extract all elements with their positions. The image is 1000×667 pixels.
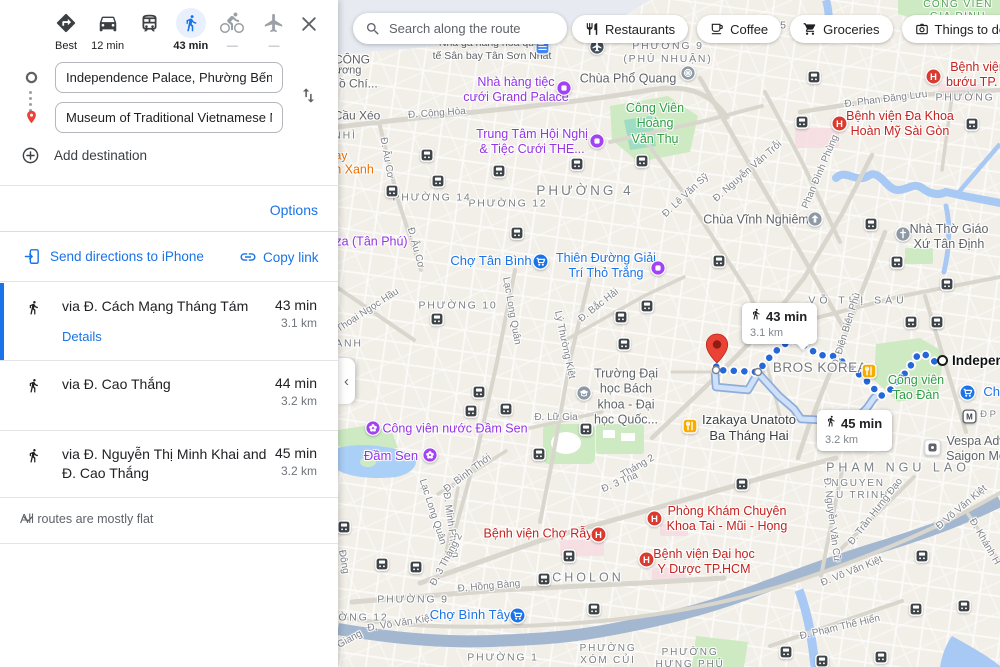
send-to-phone-button[interactable]: Send directions to iPhone [24, 248, 204, 265]
add-destination-button[interactable]: Add destination [21, 146, 147, 165]
chip-label: Things to do [935, 22, 1000, 37]
mode-drive[interactable]: 12 min [88, 8, 128, 53]
route-time: 45 min [275, 445, 317, 461]
send-to-phone-icon [24, 248, 41, 265]
close-icon [299, 14, 319, 39]
chip-things-to-do[interactable]: Things to do [902, 15, 1000, 43]
route-option[interactable]: via Đ. Cao Thắng 44 min 3.2 km [0, 361, 338, 430]
chip-label: Coffee [730, 22, 768, 37]
transit-icon [139, 8, 160, 38]
chevron-down-icon [20, 511, 320, 530]
camera-icon [915, 22, 929, 36]
mode-label: 43 min [173, 40, 208, 53]
route-time: 44 min [275, 375, 317, 391]
route-distance: 3.2 km [281, 464, 317, 478]
route-distance: 3.2 km [281, 394, 317, 408]
callout-time: 43 min [766, 309, 807, 324]
origin-input[interactable] [55, 62, 283, 93]
callout-time: 45 min [841, 416, 882, 431]
route-title: via Đ. Nguyễn Thị Minh Khai and Đ. Cao T… [62, 445, 274, 483]
destination-pin-icon [24, 108, 39, 131]
search-along-route[interactable]: Search along the route [353, 13, 567, 44]
link-icon [239, 248, 257, 266]
bicycle-icon [220, 8, 244, 38]
collapse-panel-button[interactable]: ‹ [338, 358, 355, 404]
route-distance: 3.1 km [281, 316, 317, 330]
google-maps-directions-app: PHƯỜNG 5PHƯỜNG 9 (PHÚ NHUẬN)PHƯỜNPHƯỜNG … [0, 0, 1000, 667]
swap-vertical-icon [299, 86, 318, 110]
category-chips: Restaurants Coffee Groceries Things to d… [572, 15, 1000, 43]
origin-marker-label: Independence [952, 353, 1000, 368]
route-title: via Đ. Cách Mạng Tháng Tám [62, 297, 274, 316]
chevron-left-icon: ‹ [344, 373, 349, 390]
chip-groceries[interactable]: Groceries [790, 15, 892, 43]
route-option[interactable]: via Đ. Nguyễn Thị Minh Khai and Đ. Cao T… [0, 431, 338, 496]
copy-link-button[interactable]: Copy link [239, 248, 319, 266]
airplane-icon [263, 8, 285, 38]
route-callout-alt[interactable]: 45 min 3.2 km [817, 410, 892, 451]
elevation-summary-row[interactable]: All routes are mostly flat [0, 497, 338, 543]
cart-icon [803, 22, 817, 36]
mode-label: 12 min [91, 40, 124, 53]
callout-distance: 3.2 km [825, 434, 882, 446]
mode-label: — [227, 40, 238, 53]
search-placeholder: Search along the route [389, 21, 521, 36]
walking-icon [176, 8, 206, 38]
mode-bike[interactable]: — [212, 8, 252, 53]
mode-transit[interactable] [129, 8, 169, 53]
swap-waypoints-button[interactable] [296, 86, 320, 110]
map[interactable]: PHƯỜNG 5PHƯỜNG 9 (PHÚ NHUẬN)PHƯỜNPHƯỜNG … [338, 0, 1000, 667]
walking-icon [26, 299, 41, 321]
mode-label: Best [55, 40, 77, 53]
route-option-selected[interactable]: via Đ. Cách Mạng Tháng Tám 43 min 3.1 km… [0, 283, 338, 360]
route-callout-selected[interactable]: 43 min 3.1 km [742, 303, 817, 344]
close-directions-button[interactable] [296, 13, 322, 39]
search-icon [365, 21, 381, 37]
route-time: 43 min [275, 297, 317, 313]
callout-distance: 3.1 km [750, 327, 807, 339]
mode-label: — [268, 40, 279, 53]
selected-route-indicator [0, 283, 4, 360]
chip-label: Restaurants [605, 22, 675, 37]
route-options-button[interactable]: Options [270, 202, 318, 218]
restaurant-icon [585, 22, 599, 36]
walking-icon [26, 447, 41, 469]
coffee-icon [710, 22, 724, 36]
map-canvas [338, 0, 1000, 667]
plus-circle-icon [21, 146, 40, 165]
mode-fly[interactable]: — [254, 8, 294, 53]
route-details-link[interactable]: Details [62, 329, 102, 344]
chip-coffee[interactable]: Coffee [697, 15, 781, 43]
destination-input[interactable] [55, 102, 283, 133]
chip-label: Groceries [823, 22, 879, 37]
walking-icon [825, 414, 837, 433]
origin-circle-icon [25, 71, 38, 89]
origin-marker[interactable] [937, 355, 948, 366]
mode-best[interactable]: Best [46, 8, 86, 53]
car-icon [97, 8, 119, 38]
walking-icon [26, 377, 41, 399]
best-route-icon [55, 8, 77, 38]
directions-panel: Best 12 min 43 min — — [0, 0, 338, 667]
route-title: via Đ. Cao Thắng [62, 375, 274, 394]
walking-icon [750, 307, 762, 326]
share-row: Send directions to iPhone Copy link [0, 237, 338, 281]
chip-restaurants[interactable]: Restaurants [572, 15, 688, 43]
mode-walk-selected[interactable]: 43 min [171, 8, 211, 53]
travel-mode-bar: Best 12 min 43 min — — [46, 8, 294, 53]
